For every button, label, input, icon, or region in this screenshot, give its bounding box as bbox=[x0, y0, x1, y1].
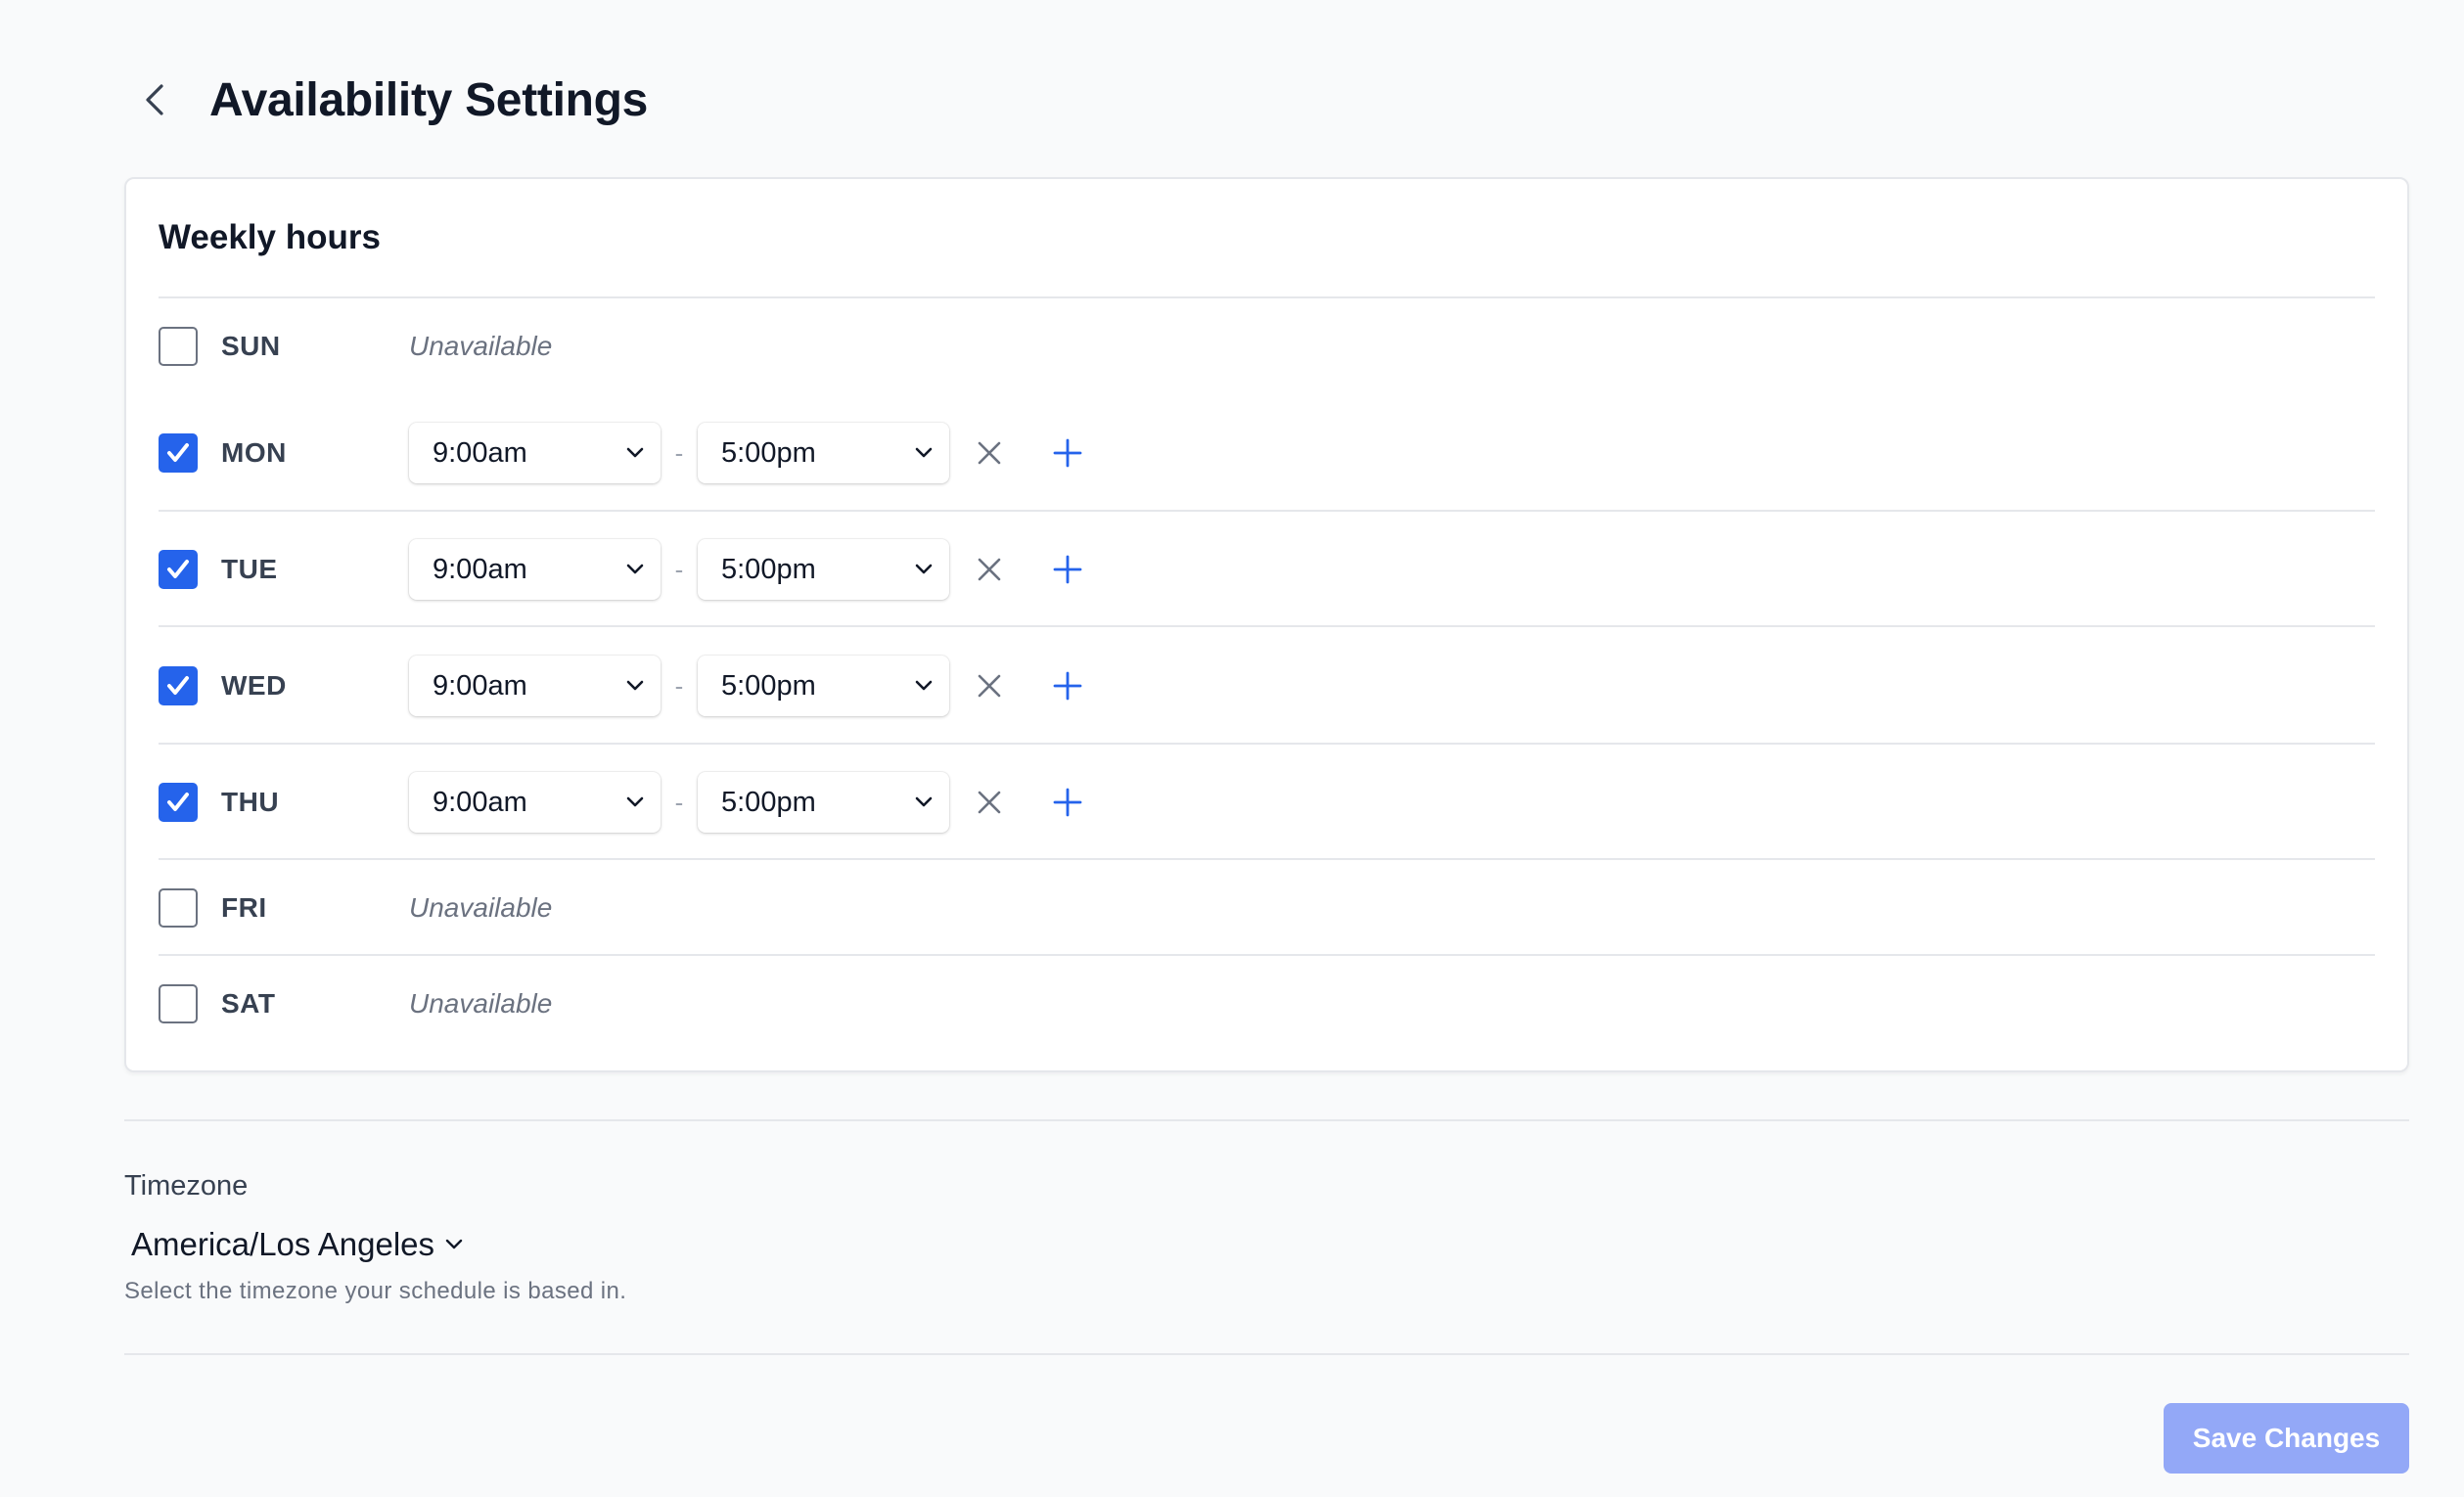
add-slot-button[interactable] bbox=[1043, 661, 1092, 710]
end-time-value: 5:00pm bbox=[721, 553, 816, 585]
day-label: FRI bbox=[221, 892, 267, 923]
day-row-wed: WED 9:00am - 5:00pm bbox=[159, 627, 2375, 745]
timezone-help-text: Select the timezone your schedule is bas… bbox=[124, 1278, 627, 1304]
chevron-down-icon bbox=[626, 796, 644, 807]
chevron-down-icon bbox=[915, 680, 933, 691]
end-time-value: 5:00pm bbox=[721, 436, 816, 469]
divider bbox=[124, 1353, 2409, 1355]
day-row-mon: MON 9:00am - 5:00pm bbox=[159, 394, 2375, 512]
weekly-hours-title: Weekly hours bbox=[159, 218, 381, 256]
remove-slot-button[interactable] bbox=[965, 778, 1014, 827]
remove-slot-button[interactable] bbox=[965, 429, 1014, 477]
day-label: SAT bbox=[221, 988, 276, 1019]
start-time-select[interactable]: 9:00am bbox=[409, 423, 661, 483]
day-label: TUE bbox=[221, 554, 278, 584]
unavailable-text: Unavailable bbox=[409, 892, 553, 923]
close-icon bbox=[978, 441, 1001, 465]
day-checkbox-tue[interactable] bbox=[159, 550, 198, 589]
day-label: THU bbox=[221, 787, 280, 817]
day-checkbox-sat[interactable] bbox=[159, 984, 198, 1023]
end-time-select[interactable]: 5:00pm bbox=[698, 539, 949, 600]
day-checkbox-wed[interactable] bbox=[159, 666, 198, 705]
chevron-down-icon bbox=[915, 796, 933, 807]
start-time-value: 9:00am bbox=[433, 669, 527, 702]
range-separator: - bbox=[674, 437, 684, 468]
end-time-value: 5:00pm bbox=[721, 786, 816, 818]
day-label: MON bbox=[221, 437, 287, 468]
close-icon bbox=[978, 674, 1001, 698]
page-title: Availability Settings bbox=[209, 73, 649, 126]
add-slot-button[interactable] bbox=[1043, 545, 1092, 594]
day-label: WED bbox=[221, 670, 287, 701]
page-header: Availability Settings bbox=[123, 65, 648, 135]
day-checkbox-fri[interactable] bbox=[159, 888, 198, 928]
unavailable-text: Unavailable bbox=[409, 331, 553, 361]
start-time-select[interactable]: 9:00am bbox=[409, 539, 661, 600]
close-icon bbox=[978, 558, 1001, 581]
timezone-select[interactable]: America/Los Angeles bbox=[131, 1221, 464, 1268]
end-time-select[interactable]: 5:00pm bbox=[698, 656, 949, 716]
check-icon bbox=[167, 676, 189, 695]
divider bbox=[124, 1119, 2409, 1121]
day-row-fri: FRI Unavailable bbox=[159, 860, 2375, 956]
chevron-down-icon bbox=[626, 564, 644, 574]
day-checkbox-thu[interactable] bbox=[159, 783, 198, 822]
timezone-value: America/Los Angeles bbox=[131, 1226, 435, 1262]
plus-icon bbox=[1053, 788, 1082, 817]
chevron-down-icon bbox=[445, 1239, 463, 1249]
unavailable-text: Unavailable bbox=[409, 988, 553, 1019]
chevron-down-icon bbox=[915, 447, 933, 458]
range-separator: - bbox=[674, 554, 684, 584]
add-slot-button[interactable] bbox=[1043, 778, 1092, 827]
plus-icon bbox=[1053, 671, 1082, 701]
range-separator: - bbox=[674, 670, 684, 701]
end-time-value: 5:00pm bbox=[721, 669, 816, 702]
day-checkbox-sun[interactable] bbox=[159, 327, 198, 366]
weekly-hours-card: Weekly hours SUN Unavailable MON 9:00am … bbox=[124, 177, 2409, 1072]
back-button[interactable] bbox=[123, 68, 186, 131]
plus-icon bbox=[1053, 555, 1082, 584]
chevron-left-icon bbox=[146, 84, 163, 115]
check-icon bbox=[167, 443, 189, 462]
start-time-select[interactable]: 9:00am bbox=[409, 656, 661, 716]
start-time-value: 9:00am bbox=[433, 436, 527, 469]
close-icon bbox=[978, 791, 1001, 814]
chevron-down-icon bbox=[915, 564, 933, 574]
add-slot-button[interactable] bbox=[1043, 429, 1092, 477]
check-icon bbox=[167, 793, 189, 811]
save-changes-button[interactable]: Save Changes bbox=[2164, 1403, 2409, 1474]
range-separator: - bbox=[674, 787, 684, 817]
chevron-down-icon bbox=[626, 447, 644, 458]
remove-slot-button[interactable] bbox=[965, 545, 1014, 594]
remove-slot-button[interactable] bbox=[965, 661, 1014, 710]
start-time-value: 9:00am bbox=[433, 553, 527, 585]
timezone-label: Timezone bbox=[124, 1170, 249, 1202]
day-row-tue: TUE 9:00am - 5:00pm bbox=[159, 512, 2375, 627]
plus-icon bbox=[1053, 438, 1082, 468]
start-time-value: 9:00am bbox=[433, 786, 527, 818]
check-icon bbox=[167, 560, 189, 578]
day-label: SUN bbox=[221, 331, 281, 361]
end-time-select[interactable]: 5:00pm bbox=[698, 772, 949, 833]
start-time-select[interactable]: 9:00am bbox=[409, 772, 661, 833]
chevron-down-icon bbox=[626, 680, 644, 691]
day-row-sat: SAT Unavailable bbox=[159, 956, 2375, 1052]
day-checkbox-mon[interactable] bbox=[159, 433, 198, 473]
day-row-thu: THU 9:00am - 5:00pm bbox=[159, 745, 2375, 860]
day-row-sun: SUN Unavailable bbox=[159, 298, 2375, 394]
end-time-select[interactable]: 5:00pm bbox=[698, 423, 949, 483]
